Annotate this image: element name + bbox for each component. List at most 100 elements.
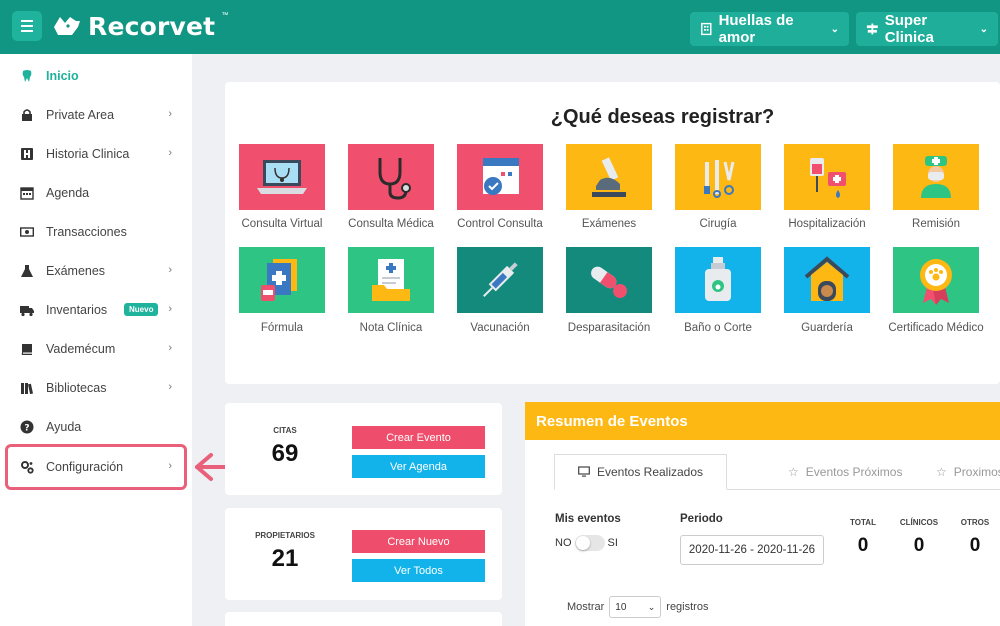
resumen-panel: Resumen de Eventos Eventos Realizados ☆ …	[525, 402, 1000, 626]
sidebar-item-transacciones[interactable]: Transacciones	[0, 212, 192, 251]
tile-hospitalizacion[interactable]	[784, 144, 870, 210]
sidebar-item-label: Historia Clinica	[46, 146, 130, 161]
citas-card: CITAS 69 Crear Evento Ver Agenda	[225, 403, 502, 495]
mis-eventos-label: Mis eventos	[555, 513, 621, 525]
sidebar-item-label: Vademécum	[46, 341, 116, 356]
dog-house-icon	[804, 256, 850, 301]
chevron-right-icon: ›	[168, 264, 172, 276]
propietarios-count: 21	[271, 545, 299, 572]
sidebar-item-label: Exámenes	[46, 263, 106, 278]
tile-consulta-medica[interactable]	[348, 144, 434, 210]
tab-label: Eventos Realizados	[596, 465, 704, 479]
sidebar-item-private-area[interactable]: Private Area ›	[0, 95, 192, 134]
crear-nuevo-button[interactable]: Crear Nuevo	[352, 530, 485, 553]
tab-eventos-proximos[interactable]: ☆ Eventos Próximos	[772, 454, 918, 490]
sidebar-item-label: Transacciones	[46, 224, 127, 239]
sidebar-item-label: Ayuda	[46, 419, 82, 434]
otros-label: OTROS	[960, 518, 990, 527]
flask-icon	[20, 264, 34, 278]
propietarios-card: PROPIETARIOS 21 Crear Nuevo Ver Todos	[225, 508, 502, 600]
clinical-note-icon	[372, 259, 410, 301]
shampoo-icon	[705, 257, 731, 301]
chevron-right-icon: ›	[168, 108, 172, 120]
ver-agenda-button[interactable]: Ver Agenda	[352, 455, 485, 478]
tile-desparasitacion[interactable]	[566, 247, 652, 313]
tile-label: Fórmula	[260, 322, 304, 334]
top-bar: Recorvet ™ Huellas de amor ⌄ Super Clini…	[0, 0, 1000, 54]
surgical-tools-icon	[704, 160, 735, 198]
clinic-selector-label: Super Clinica	[884, 12, 934, 46]
sidebar-item-bibliotecas[interactable]: Bibliotecas ›	[0, 368, 192, 407]
tile-control-consulta[interactable]	[457, 144, 543, 210]
page-size-select[interactable]: 10 ⌄	[609, 596, 662, 618]
star-icon: ☆	[936, 465, 947, 479]
chevron-right-icon: ›	[168, 342, 172, 354]
doctor-icon	[921, 156, 951, 198]
tile-nota-clinica[interactable]	[348, 247, 434, 313]
chevron-right-icon: ›	[168, 381, 172, 393]
calendar-icon	[20, 186, 34, 200]
hamburger-icon	[21, 20, 33, 22]
tile-label: Vacunación	[470, 322, 530, 334]
owner-selector-label: Huellas de amor	[718, 12, 794, 46]
tile-vacunacion[interactable]	[457, 247, 543, 313]
page-size-value: 10	[615, 601, 627, 613]
chevron-down-icon: ⌄	[647, 601, 656, 612]
book-icon	[20, 342, 34, 356]
periodo-date-range-input[interactable]: 2020-11-26 - 2020-11-26	[680, 535, 824, 565]
books-icon	[20, 381, 34, 395]
tab-label: Proximos C	[953, 465, 1000, 479]
tile-cirugia[interactable]	[675, 144, 761, 210]
tile-label: Certificado Médico	[888, 322, 984, 334]
mostrar-label: Mostrar	[567, 601, 605, 613]
sidebar-item-ayuda[interactable]: ? Ayuda	[0, 407, 192, 446]
tile-examenes[interactable]	[566, 144, 652, 210]
ver-todos-button[interactable]: Ver Todos	[352, 559, 485, 582]
tile-bano-corte[interactable]	[675, 247, 761, 313]
app-logo[interactable]: Recorvet ™	[52, 10, 228, 42]
propietarios-label: PROPIETARIOS	[255, 531, 315, 540]
registros-label: registros	[666, 601, 709, 613]
tile-label: Consulta Virtual	[241, 218, 323, 230]
sidebar-item-agenda[interactable]: Agenda	[0, 173, 192, 212]
otros-count: 0	[969, 535, 981, 556]
sidebar-item-historia-clinica[interactable]: Historia Clinica ›	[0, 134, 192, 173]
calendar-check-icon	[483, 158, 519, 195]
clinic-selector-button[interactable]: Super Clinica ⌄	[856, 12, 998, 46]
sidebar-item-vademecum[interactable]: Vademécum ›	[0, 329, 192, 368]
resumen-title: Resumen de Eventos	[525, 402, 1000, 440]
tab-label: Eventos Próximos	[805, 465, 903, 479]
tile-formula[interactable]	[239, 247, 325, 313]
tile-guarderia[interactable]	[784, 247, 870, 313]
star-icon: ☆	[788, 465, 799, 479]
sidebar-item-label: Private Area	[46, 107, 115, 122]
toggle-no-label: NO	[555, 537, 572, 549]
brand-tm: ™	[221, 12, 229, 19]
menu-toggle-button[interactable]	[12, 11, 42, 41]
building-icon	[701, 22, 712, 36]
tile-consulta-virtual[interactable]	[239, 144, 325, 210]
sidebar-item-label: Agenda	[46, 185, 90, 200]
tab-eventos-realizados[interactable]: Eventos Realizados	[554, 454, 727, 490]
hospital-icon	[20, 147, 34, 161]
mis-eventos-toggle[interactable]	[574, 535, 605, 551]
tile-label: Hospitalización	[788, 218, 866, 230]
sidebar-item-inventarios[interactable]: Inventarios Nuevo ›	[0, 290, 192, 329]
tile-label: Nota Clínica	[359, 322, 423, 334]
tile-remision[interactable]	[893, 144, 979, 210]
brand-name: Recorvet	[88, 11, 216, 41]
stethoscope-icon	[378, 158, 411, 200]
owner-selector-button[interactable]: Huellas de amor ⌄	[690, 12, 849, 46]
prescription-icon	[261, 259, 297, 301]
chevron-down-icon: ⌄	[830, 23, 839, 35]
tile-certificado-medico[interactable]	[893, 247, 979, 313]
tile-label: Exámenes	[581, 218, 637, 230]
svg-text:?: ?	[24, 423, 29, 433]
crear-evento-button[interactable]: Crear Evento	[352, 426, 485, 449]
sidebar-item-examenes[interactable]: Exámenes ›	[0, 251, 192, 290]
chevron-right-icon: ›	[168, 147, 172, 159]
sidebar-item-inicio[interactable]: Inicio	[0, 56, 192, 95]
sidebar-item-label: Inicio	[46, 68, 79, 83]
register-panel: ¿Qué deseas registrar?	[225, 82, 1000, 384]
tab-proximos-c[interactable]: ☆ Proximos C	[932, 454, 1000, 490]
